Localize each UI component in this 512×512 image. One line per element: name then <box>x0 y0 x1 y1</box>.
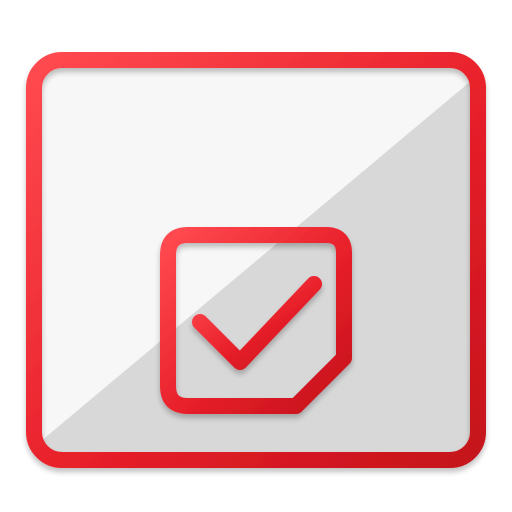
icon-canvas <box>0 0 512 512</box>
calendar-check-icon <box>26 12 486 468</box>
